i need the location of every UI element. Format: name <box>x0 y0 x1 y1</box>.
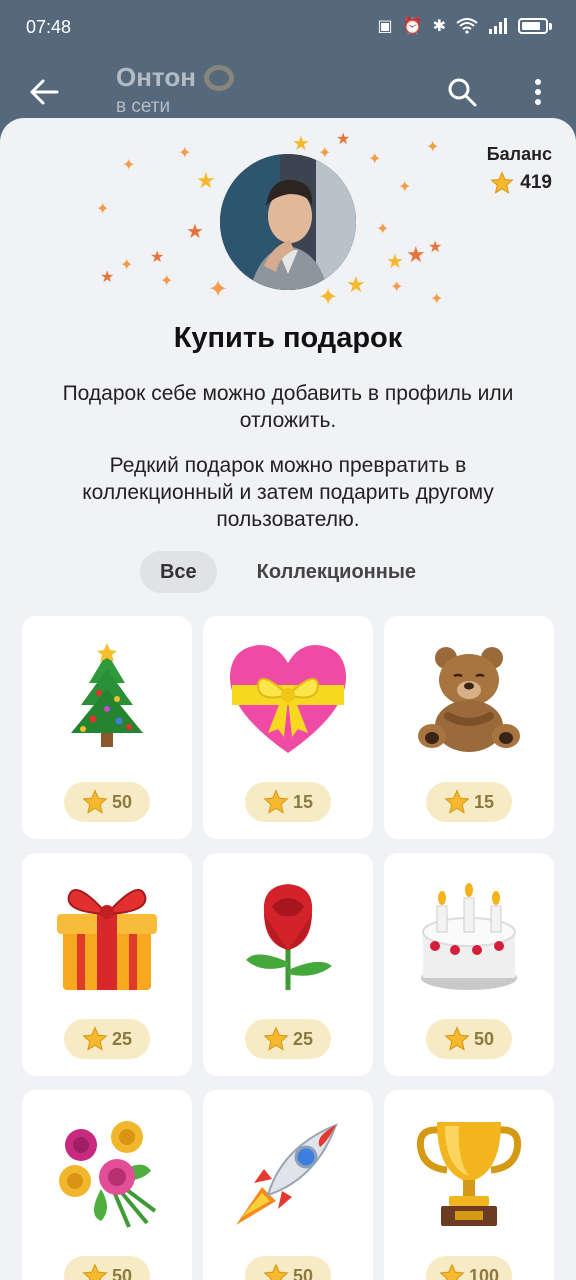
back-button[interactable] <box>22 70 66 114</box>
heart-icon <box>229 645 347 753</box>
star-icon <box>82 789 108 814</box>
price-value: 50 <box>473 1028 495 1049</box>
search-button[interactable] <box>440 70 484 114</box>
price-value: 50 <box>111 791 133 812</box>
price-value: 100 <box>468 1265 500 1280</box>
star-icon <box>444 789 470 814</box>
chat-title: Онтон <box>116 62 234 93</box>
gift-box-icon <box>57 889 157 990</box>
balance-block: Баланс 419 <box>487 144 552 195</box>
price-pill: 50 <box>64 1256 150 1280</box>
star-icon <box>263 1026 289 1051</box>
flowers-icon <box>59 1121 157 1228</box>
chat-title-text: Онтон <box>116 62 196 92</box>
gift-card-gift-box[interactable]: 25 <box>22 853 192 1076</box>
cake-icon <box>421 883 517 990</box>
gift-card-trophy[interactable]: 100 <box>384 1090 554 1280</box>
price-pill: 15 <box>245 782 331 822</box>
status-icons: ▣ ⏰ ✱ <box>378 16 552 36</box>
star-icon <box>490 171 514 194</box>
avatar <box>220 154 356 290</box>
price-value: 50 <box>111 1265 133 1280</box>
price-value: 25 <box>292 1028 314 1049</box>
gift-tabs: Все Коллекционные <box>0 551 576 593</box>
wifi-icon <box>456 18 478 34</box>
gift-card-cake[interactable]: 50 <box>384 853 554 1076</box>
price-pill: 25 <box>64 1019 150 1059</box>
teddy-bear-icon <box>418 647 520 752</box>
gift-card-rose[interactable]: 25 <box>203 853 373 1076</box>
star-icon <box>439 1263 465 1280</box>
signal-icon <box>489 18 507 34</box>
alarm-icon: ⏰ <box>402 18 423 35</box>
balance-label: Баланс <box>486 144 552 164</box>
more-menu-button[interactable] <box>516 70 560 114</box>
christmas-tree-icon <box>71 643 143 747</box>
chat-header: Онтон в сети <box>0 56 576 126</box>
arrow-left-icon <box>30 79 59 105</box>
price-value: 15 <box>473 791 495 812</box>
ring-icon <box>203 64 234 91</box>
price-pill: 25 <box>245 1019 331 1059</box>
chat-status: в сети <box>116 96 171 117</box>
tab-collectible[interactable]: Коллекционные <box>237 551 436 593</box>
price-value: 25 <box>111 1028 133 1049</box>
price-pill: 50 <box>245 1256 331 1280</box>
description-rare: Редкий подарок можно превратить в коллек… <box>82 454 494 531</box>
search-icon <box>448 78 477 107</box>
price-pill: 15 <box>426 782 512 822</box>
nfc-icon: ▣ <box>377 18 393 35</box>
avatar-photo <box>220 154 356 290</box>
balance-value: 419 <box>520 172 552 193</box>
star-icon <box>263 789 289 814</box>
rose-icon <box>246 884 332 990</box>
bluetooth-icon: ✱ <box>432 18 446 35</box>
battery-icon <box>518 18 548 34</box>
star-icon <box>82 1263 108 1280</box>
price-value: 50 <box>292 1265 314 1280</box>
status-time: 07:48 <box>26 17 72 37</box>
page-title: Купить подарок <box>173 322 403 354</box>
rocket-icon <box>236 1123 338 1225</box>
tab-all[interactable]: Все <box>139 551 217 593</box>
gift-card-heart[interactable]: 15 <box>203 616 373 839</box>
price-pill: 50 <box>426 1019 512 1059</box>
gift-card-flowers[interactable]: 50 <box>22 1090 192 1280</box>
gift-sheet: ✦ ✦ ★ ✦ ★ ★ ✦ ★ ✦ ✦ ★ ★ ✦ ✦ ✦ ✦ ✦ ★ ★ ★ … <box>0 118 576 1280</box>
star-icon <box>82 1026 108 1051</box>
status-bar: 07:48 ▣ ⏰ ✱ <box>0 0 576 56</box>
trophy-icon <box>416 1122 522 1226</box>
price-pill: 100 <box>426 1256 512 1280</box>
gift-card-rocket[interactable]: 50 <box>203 1090 373 1280</box>
price-pill: 50 <box>64 782 150 822</box>
gift-grid: 50 15 15 25 25 50 50 50 100 <box>22 616 555 1280</box>
more-vertical-icon <box>535 79 541 105</box>
gift-card-christmas-tree[interactable]: 50 <box>22 616 192 839</box>
price-value: 15 <box>292 791 314 812</box>
gift-card-teddy-bear[interactable]: 15 <box>384 616 554 839</box>
star-icon <box>263 1263 289 1280</box>
description-own: Подарок себе можно добавить в профиль ил… <box>62 382 514 432</box>
star-icon <box>444 1026 470 1051</box>
